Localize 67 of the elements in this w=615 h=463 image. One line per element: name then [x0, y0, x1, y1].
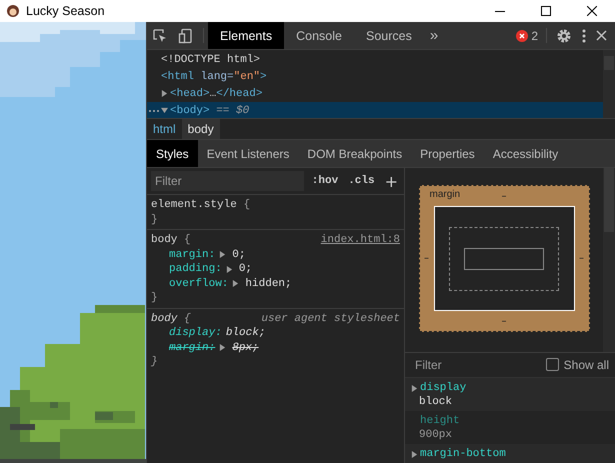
- dom-node-line[interactable]: <html lang="en">: [147, 68, 603, 85]
- brace: }: [151, 356, 158, 368]
- panel-tab[interactable]: Properties: [411, 140, 484, 167]
- dom-node-line[interactable]: <head>…</head>: [147, 85, 603, 102]
- brace: }: [151, 292, 158, 304]
- error-count[interactable]: 2: [531, 28, 538, 42]
- ellipsis-icon[interactable]: [148, 108, 160, 112]
- styles-filter-field[interactable]: Filter: [151, 171, 304, 191]
- panel-tab[interactable]: Event Listeners: [198, 140, 298, 167]
- toggle-button[interactable]: .cls: [346, 175, 377, 187]
- brace: {: [184, 312, 191, 324]
- css-value[interactable]: 8px;: [232, 340, 259, 355]
- css-property[interactable]: overflow:: [169, 276, 228, 291]
- margin-bottom-value[interactable]: –: [502, 316, 506, 326]
- error-icon: [516, 30, 528, 42]
- computed-property[interactable]: display: [420, 381, 466, 395]
- css-value[interactable]: 0;: [238, 262, 252, 276]
- expand-arrow-icon[interactable]: [411, 450, 418, 458]
- panel-tab[interactable]: DOM Breakpoints: [298, 140, 412, 167]
- scrollbar[interactable]: [603, 168, 615, 352]
- css-value[interactable]: hidden;: [245, 276, 292, 291]
- margin-top-value[interactable]: –: [502, 190, 506, 202]
- css-property[interactable]: margin:: [169, 248, 216, 262]
- expand-arrow-icon[interactable]: [219, 344, 226, 352]
- toggle-button[interactable]: :hov: [310, 175, 340, 187]
- margin-left-value[interactable]: –: [424, 253, 429, 264]
- css-value[interactable]: block;: [226, 326, 266, 340]
- css-property[interactable]: display:: [169, 326, 222, 340]
- scrollbar[interactable]: [603, 50, 615, 118]
- close-icon: [587, 6, 597, 16]
- dom-node-line[interactable]: <!DOCTYPE html>: [147, 51, 603, 68]
- css-property[interactable]: padding:: [169, 262, 222, 276]
- more-tabs-button[interactable]: »: [424, 22, 444, 49]
- show-all-checkbox[interactable]: Show all: [546, 358, 609, 372]
- css-property[interactable]: margin:: [169, 340, 216, 355]
- computed-value: 900px: [418, 428, 454, 442]
- expand-arrow-icon[interactable]: [232, 280, 240, 288]
- maximize-icon: [541, 6, 551, 16]
- devtools-tab[interactable]: Elements: [208, 22, 284, 49]
- expand-arrow-icon[interactable]: [226, 266, 233, 273]
- brace: {: [184, 234, 191, 246]
- panel-tab[interactable]: Accessibility: [484, 140, 568, 167]
- margin-label: margin: [430, 189, 460, 200]
- brace: {: [243, 199, 250, 211]
- expand-arrow-icon[interactable]: [411, 384, 418, 392]
- css-selector: body: [151, 234, 178, 246]
- rule-source: user agent stylesheet: [261, 312, 400, 326]
- brace: }: [151, 214, 158, 226]
- css-selector: element.style: [151, 199, 237, 211]
- new-rule-button[interactable]: +: [382, 172, 400, 190]
- breadcrumb[interactable]: html: [147, 119, 182, 139]
- computed-property[interactable]: height: [420, 414, 460, 428]
- computed-filter-field[interactable]: Filter: [411, 354, 540, 375]
- computed-value: block: [418, 395, 454, 409]
- panel-tab[interactable]: Styles: [147, 140, 198, 167]
- devtools-tab[interactable]: Sources: [354, 22, 424, 49]
- source-link[interactable]: index.html:8: [320, 233, 400, 248]
- css-value[interactable]: 0;: [232, 248, 246, 262]
- css-selector: body: [151, 312, 178, 324]
- breadcrumb[interactable]: body: [182, 119, 220, 139]
- margin-right-value[interactable]: –: [579, 253, 584, 264]
- collapsed-arrow-icon[interactable]: [161, 90, 168, 97]
- app-icon: [6, 4, 20, 18]
- expand-arrow-icon[interactable]: [219, 251, 226, 258]
- devtools-tab[interactable]: Console: [284, 22, 354, 49]
- window-title: Lucky Season: [26, 4, 106, 18]
- expanded-arrow-icon[interactable]: [161, 107, 168, 114]
